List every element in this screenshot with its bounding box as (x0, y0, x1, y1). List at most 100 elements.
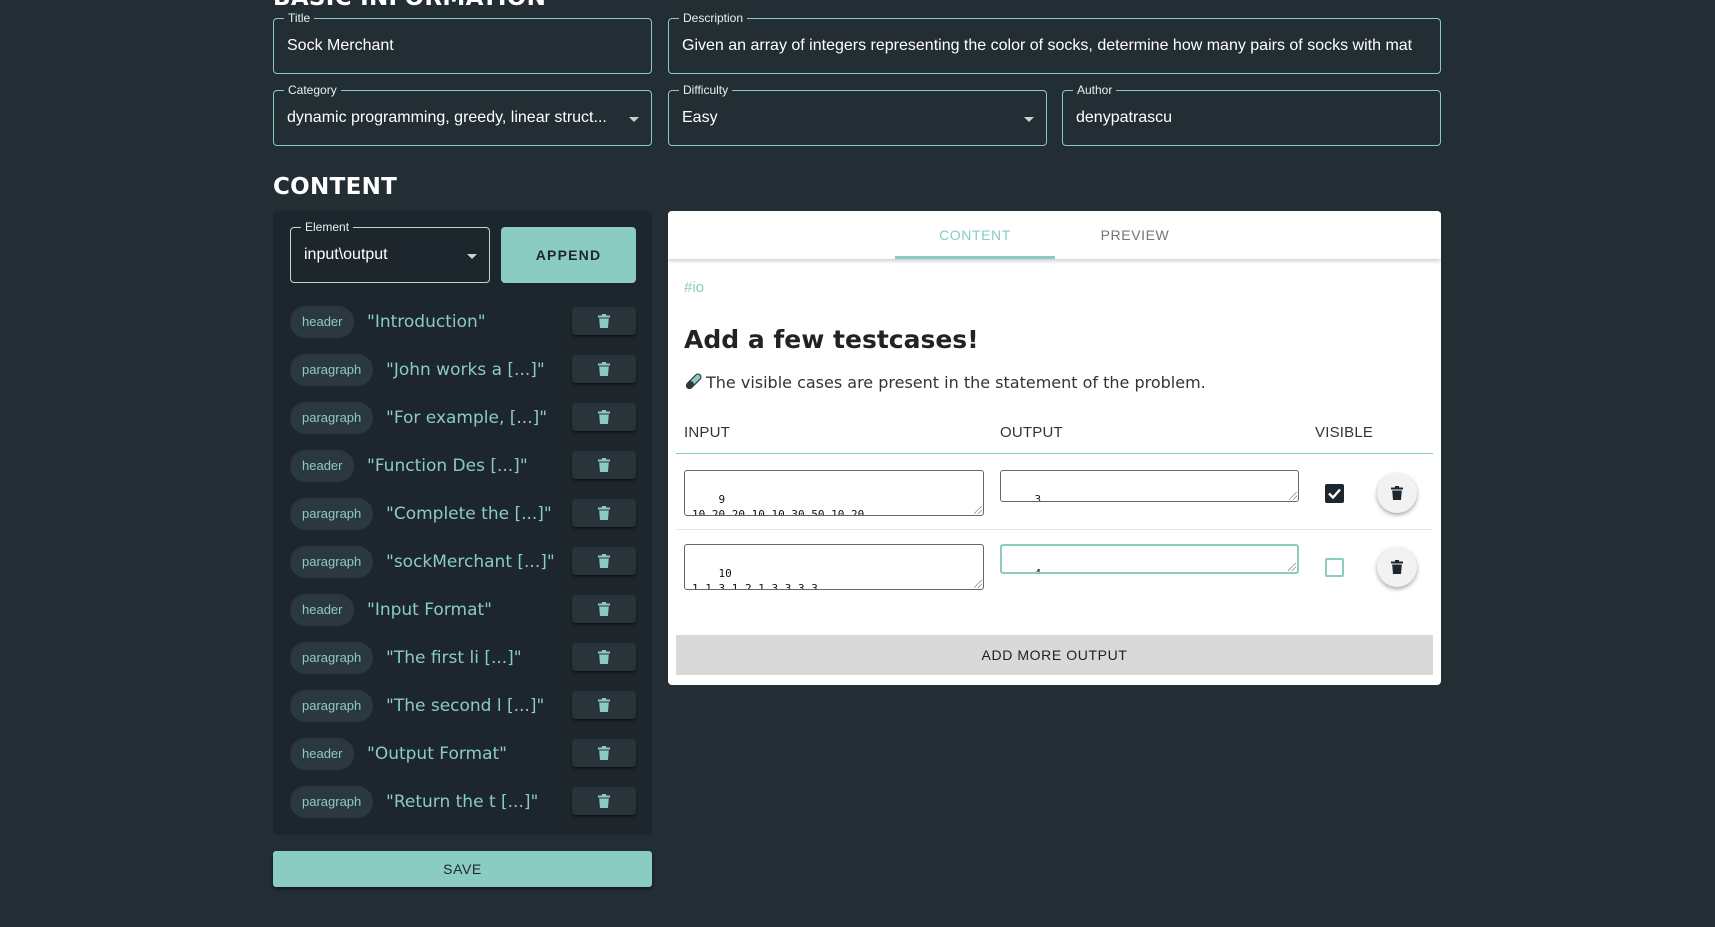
author-label: Author (1073, 82, 1117, 98)
element-preview-text: "The first li [...]" (386, 648, 522, 668)
card-title: Add a few testcases! (684, 325, 979, 354)
delete-element-button[interactable] (572, 403, 636, 431)
chevron-down-icon (1024, 117, 1034, 122)
testcase-input[interactable]: 9 10 20 20 10 10 30 50 10 20 (684, 470, 984, 516)
trash-icon (598, 410, 610, 424)
element-type-chip: paragraph (290, 690, 374, 722)
io-tag: #io (684, 279, 705, 296)
delete-testcase-button[interactable] (1377, 547, 1417, 587)
description-label: Description (679, 10, 748, 26)
element-preview-text: "Output Format" (367, 744, 508, 764)
element-preview-text: "sockMerchant [...]" (386, 552, 555, 572)
test-tube-icon (685, 373, 702, 390)
element-preview-text: "Introduction" (367, 312, 486, 332)
testcase-input[interactable]: 10 1 1 3 1 2 1 3 3 3 3 (684, 544, 984, 590)
element-type-chip: paragraph (290, 402, 374, 434)
append-button[interactable]: APPEND (501, 227, 636, 283)
delete-element-button[interactable] (572, 451, 636, 479)
element-row: paragraph "The second l [...]" (290, 689, 636, 723)
testcase-input-value: 10 1 1 3 1 2 1 3 3 3 3 (692, 567, 818, 590)
resize-handle[interactable] (974, 580, 982, 588)
testcase-output-value: 3 (1034, 493, 1042, 502)
trash-icon (1391, 486, 1403, 500)
trash-icon (598, 602, 610, 616)
chevron-down-icon (467, 254, 477, 259)
element-type-chip: paragraph (290, 498, 374, 530)
element-value: input\output (304, 246, 388, 263)
content-heading: CONTENT (273, 174, 398, 200)
element-row: header "Introduction" (290, 305, 636, 339)
delete-element-button[interactable] (572, 499, 636, 527)
category-value: dynamic programming, greedy, linear stru… (287, 109, 607, 126)
title-label: Title (284, 10, 315, 26)
element-type-chip: header (290, 450, 355, 482)
checkmark-icon (1328, 488, 1341, 500)
element-type-chip: header (290, 306, 355, 338)
trash-icon (598, 554, 610, 568)
tab-content[interactable]: CONTENT (895, 211, 1055, 259)
element-row: paragraph "The first li [...]" (290, 641, 636, 675)
element-row: paragraph "Complete the [...]" (290, 497, 636, 531)
resize-handle[interactable] (1288, 563, 1296, 571)
delete-element-button[interactable] (572, 787, 636, 815)
delete-testcase-button[interactable] (1377, 473, 1417, 513)
category-label: Category (284, 82, 341, 98)
content-card: CONTENT PREVIEW #io Add a few testcases!… (668, 211, 1441, 685)
delete-element-button[interactable] (572, 643, 636, 671)
element-row: header "Output Format" (290, 737, 636, 771)
resize-handle[interactable] (1289, 492, 1297, 500)
visible-checkbox[interactable] (1325, 558, 1344, 577)
visible-checkbox[interactable] (1325, 484, 1344, 503)
title-field[interactable]: Title Sock Merchant (273, 10, 652, 74)
tab-preview[interactable]: PREVIEW (1055, 211, 1215, 259)
element-preview-text: "The second l [...]" (386, 696, 545, 716)
card-note-text: The visible cases are present in the sta… (706, 373, 1206, 392)
element-type-chip: paragraph (290, 786, 374, 818)
save-button[interactable]: SAVE (273, 851, 652, 887)
trash-icon (598, 506, 610, 520)
add-more-output-button[interactable]: ADD MORE OUTPUT (676, 635, 1433, 675)
description-value: Given an array of integers representing … (682, 37, 1413, 54)
category-select[interactable]: Category dynamic programming, greedy, li… (273, 82, 652, 146)
visible-column-header: VISIBLE (1315, 424, 1374, 441)
element-preview-text: "Complete the [...]" (386, 504, 552, 524)
trash-icon (1391, 560, 1403, 574)
difficulty-label: Difficulty (679, 82, 733, 98)
element-row: paragraph "John works a [...]" (290, 353, 636, 387)
testcase-output[interactable]: 3 (1000, 470, 1299, 502)
description-field[interactable]: Description Given an array of integers r… (668, 10, 1441, 74)
element-row: paragraph "sockMerchant [...]" (290, 545, 636, 579)
element-type-chip: paragraph (290, 642, 374, 674)
element-type-chip: header (290, 738, 355, 770)
element-row: paragraph "For example, [...]" (290, 401, 636, 435)
element-preview-text: "Function Des [...]" (367, 456, 528, 476)
header-divider (676, 453, 1433, 454)
element-select[interactable]: Element input\output (290, 219, 490, 283)
delete-element-button[interactable] (572, 547, 636, 575)
delete-element-button[interactable] (572, 739, 636, 767)
resize-handle[interactable] (974, 506, 982, 514)
trash-icon (598, 458, 610, 472)
delete-element-button[interactable] (572, 691, 636, 719)
output-column-header: OUTPUT (1000, 424, 1063, 441)
difficulty-select[interactable]: Difficulty Easy (668, 82, 1047, 146)
element-row: paragraph "Return the t [...]" (290, 785, 636, 819)
element-preview-text: "Input Format" (367, 600, 492, 620)
trash-icon (598, 362, 610, 376)
element-preview-text: "For example, [...]" (386, 408, 548, 428)
element-type-chip: paragraph (290, 354, 374, 386)
testcase-output[interactable]: 4 (1000, 544, 1299, 574)
element-row: header "Function Des [...]" (290, 449, 636, 483)
delete-element-button[interactable] (572, 595, 636, 623)
testcase-output-value: 4 (1034, 567, 1042, 574)
trash-icon (598, 650, 610, 664)
delete-element-button[interactable] (572, 307, 636, 335)
element-preview-text: "Return the t [...]" (386, 792, 539, 812)
row-divider (676, 529, 1433, 530)
element-row: header "Input Format" (290, 593, 636, 627)
trash-icon (598, 698, 610, 712)
delete-element-button[interactable] (572, 355, 636, 383)
author-field[interactable]: Author denypatrascu (1062, 82, 1441, 146)
chevron-down-icon (629, 117, 639, 122)
testcase-input-value: 9 10 20 20 10 10 30 50 10 20 (692, 493, 865, 516)
